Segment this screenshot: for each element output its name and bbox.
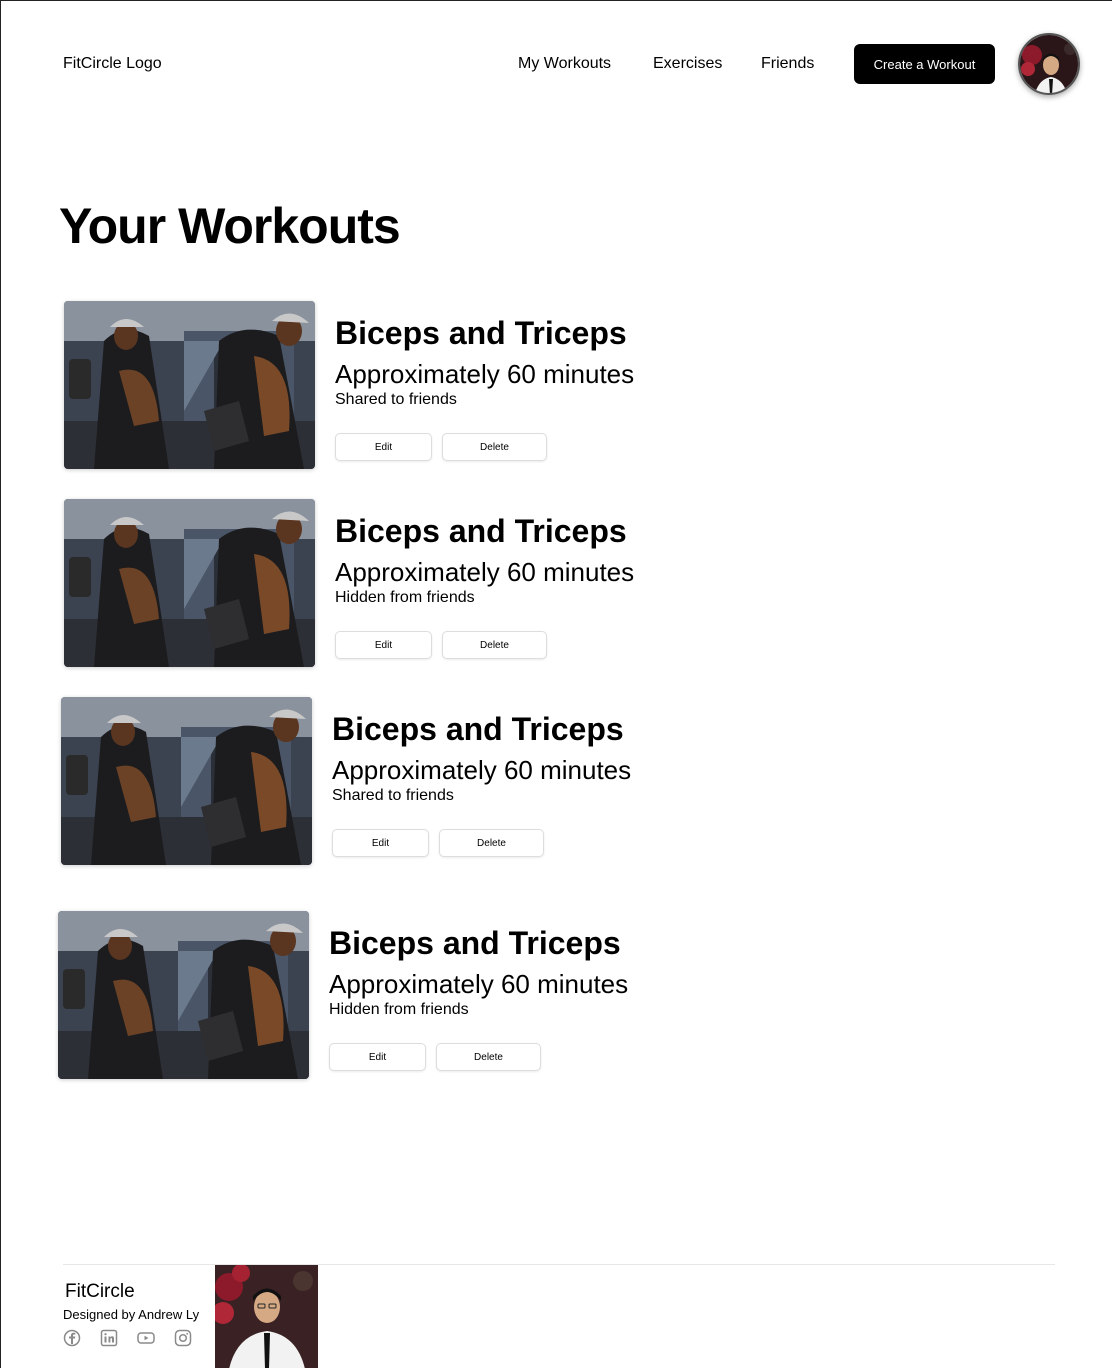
footer-divider: [63, 1264, 1055, 1265]
workout-title: Biceps and Triceps: [332, 711, 624, 747]
logo[interactable]: FitCircle Logo: [63, 55, 162, 73]
workout-visibility: Shared to friends: [332, 787, 454, 804]
delete-button[interactable]: Delete: [442, 631, 547, 659]
workout-visibility: Hidden from friends: [329, 1001, 469, 1018]
workout-thumbnail[interactable]: [58, 911, 309, 1079]
nav-my-workouts[interactable]: My Workouts: [518, 55, 611, 73]
instagram-icon[interactable]: [174, 1329, 192, 1347]
workout-visibility: Hidden from friends: [335, 589, 475, 606]
nav-exercises[interactable]: Exercises: [653, 55, 722, 73]
footer-brand: FitCircle: [65, 1281, 135, 1302]
edit-button[interactable]: Edit: [335, 433, 432, 461]
workout-thumbnail[interactable]: [64, 499, 315, 667]
page-title: Your Workouts: [59, 198, 401, 254]
delete-button[interactable]: Delete: [436, 1043, 541, 1071]
workout-duration: Approximately 60 minutes: [335, 557, 635, 587]
workout-duration: Approximately 60 minutes: [329, 969, 629, 999]
edit-button[interactable]: Edit: [329, 1043, 426, 1071]
workout-card: Biceps and Triceps Approximately 60 minu…: [61, 697, 661, 867]
footer-credit: Designed by Andrew Ly: [63, 1307, 200, 1322]
create-workout-button[interactable]: Create a Workout: [854, 44, 995, 84]
delete-button[interactable]: Delete: [442, 433, 547, 461]
workout-card: Biceps and Triceps Approximately 60 minu…: [58, 911, 658, 1081]
workout-title: Biceps and Triceps: [329, 925, 621, 961]
workout-duration: Approximately 60 minutes: [335, 359, 635, 389]
youtube-icon[interactable]: [137, 1329, 155, 1347]
edit-button[interactable]: Edit: [332, 829, 429, 857]
designer-photo: [215, 1265, 318, 1368]
workout-thumbnail[interactable]: [64, 301, 315, 469]
delete-button[interactable]: Delete: [439, 829, 544, 857]
workout-duration: Approximately 60 minutes: [332, 755, 632, 785]
avatar[interactable]: [1018, 33, 1080, 95]
workout-title: Biceps and Triceps: [335, 315, 627, 351]
workout-thumbnail[interactable]: [61, 697, 312, 865]
workout-card: Biceps and Triceps Approximately 60 minu…: [64, 301, 664, 471]
workout-visibility: Shared to friends: [335, 391, 457, 408]
linkedin-icon[interactable]: [100, 1329, 118, 1347]
workout-title: Biceps and Triceps: [335, 513, 627, 549]
nav-friends[interactable]: Friends: [761, 55, 814, 73]
workout-card: Biceps and Triceps Approximately 60 minu…: [64, 499, 664, 669]
facebook-icon[interactable]: [63, 1329, 81, 1347]
edit-button[interactable]: Edit: [335, 631, 432, 659]
